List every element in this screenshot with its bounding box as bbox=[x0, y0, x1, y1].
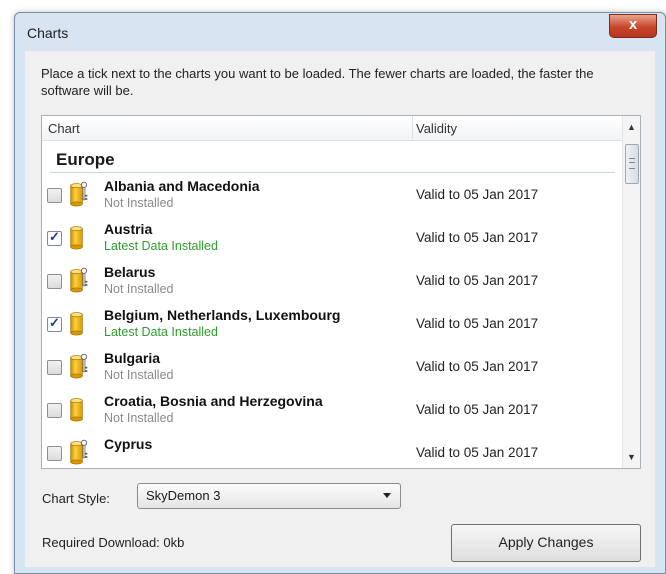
chart-name: Belarus bbox=[104, 264, 156, 280]
scroll-up-icon[interactable]: ▲ bbox=[623, 118, 640, 136]
chart-style-label: Chart Style: bbox=[42, 491, 110, 506]
chart-status: Not Installed bbox=[104, 368, 174, 382]
database-key-icon bbox=[70, 267, 88, 293]
chart-row[interactable]: Bulgaria Not Installed Valid to 05 Jan 201… bbox=[42, 346, 622, 389]
window-title: Charts bbox=[27, 25, 69, 41]
chart-validity: Valid to 05 Jan 2017 bbox=[416, 445, 539, 460]
column-header-chart[interactable]: Chart bbox=[48, 121, 80, 136]
close-button[interactable]: x bbox=[609, 14, 657, 38]
column-header-validity[interactable]: Validity bbox=[416, 121, 457, 136]
chart-validity: Valid to 05 Jan 2017 bbox=[416, 273, 539, 288]
chart-validity: Valid to 05 Jan 2017 bbox=[416, 187, 539, 202]
apply-changes-button[interactable]: Apply Changes bbox=[451, 524, 641, 562]
instructions-text: Place a tick next to the charts you want… bbox=[41, 66, 594, 98]
title-bar[interactable]: Charts x bbox=[15, 13, 665, 51]
database-icon bbox=[70, 226, 83, 250]
database-icon bbox=[70, 398, 83, 422]
chart-checkbox[interactable] bbox=[47, 403, 62, 418]
dropdown-arrow-icon bbox=[383, 493, 391, 498]
chart-validity: Valid to 05 Jan 2017 bbox=[416, 316, 539, 331]
vertical-scrollbar[interactable]: ▲ ▼ bbox=[622, 116, 640, 468]
database-key-icon bbox=[70, 181, 88, 207]
database-key-icon bbox=[70, 353, 88, 379]
chart-status: Latest Data Installed bbox=[104, 239, 218, 253]
database-icon bbox=[70, 312, 83, 336]
chart-checkbox[interactable] bbox=[47, 446, 62, 461]
scroll-down-icon[interactable]: ▼ bbox=[623, 448, 640, 466]
required-download-text: Required Download: 0kb bbox=[42, 535, 185, 550]
chart-name: Cyprus bbox=[104, 436, 153, 452]
chart-status: Not Installed bbox=[104, 282, 174, 296]
dialog-body: Place a tick next to the charts you want… bbox=[25, 51, 655, 567]
chart-row[interactable]: Austria Latest Data Installed Valid to 05 … bbox=[42, 217, 622, 260]
chart-status: Not Installed bbox=[104, 411, 174, 425]
scroll-thumb[interactable] bbox=[625, 144, 639, 184]
chart-checkbox[interactable] bbox=[47, 188, 62, 203]
group-divider bbox=[50, 172, 615, 173]
chart-row[interactable]: Croatia, Bosnia and Herzegovina Not Insta… bbox=[42, 389, 622, 432]
column-header: Chart Validity bbox=[42, 116, 622, 141]
database-key-icon bbox=[70, 439, 88, 465]
chart-status: Not Installed bbox=[104, 196, 174, 210]
chart-row[interactable]: Belarus Not Installed Valid to 05 Jan 2017 bbox=[42, 260, 622, 303]
close-icon: x bbox=[628, 16, 638, 33]
chart-validity: Valid to 05 Jan 2017 bbox=[416, 230, 539, 245]
chart-name: Albania and Macedonia bbox=[104, 178, 260, 194]
charts-list[interactable]: Chart Validity Europe Albania and Macedo… bbox=[41, 115, 641, 469]
chart-style-value: SkyDemon 3 bbox=[146, 488, 221, 503]
chart-validity: Valid to 05 Jan 2017 bbox=[416, 402, 539, 417]
chart-name: Bulgaria bbox=[104, 350, 161, 366]
chart-style-select[interactable]: SkyDemon 3 bbox=[137, 483, 401, 509]
group-header: Europe bbox=[56, 150, 115, 169]
chart-row[interactable]: Cyprus Valid to 05 Jan 2017 bbox=[42, 432, 622, 468]
chart-validity: Valid to 05 Jan 2017 bbox=[416, 359, 539, 374]
chart-checkbox[interactable] bbox=[47, 315, 62, 332]
chart-checkbox[interactable] bbox=[47, 360, 62, 375]
chart-status: Latest Data Installed bbox=[104, 325, 218, 339]
charts-dialog: Charts x Place a tick next to the charts… bbox=[14, 12, 666, 574]
chart-checkbox[interactable] bbox=[47, 274, 62, 289]
chart-row[interactable]: Albania and Macedonia Not Installed Valid … bbox=[42, 174, 622, 217]
chart-name: Austria bbox=[104, 221, 153, 237]
chart-name: Belgium, Netherlands, Luxembourg bbox=[104, 307, 341, 323]
chart-row[interactable]: Belgium, Netherlands, Luxembourg Latest D… bbox=[42, 303, 622, 346]
chart-name: Croatia, Bosnia and Herzegovina bbox=[104, 393, 323, 409]
chart-checkbox[interactable] bbox=[47, 229, 62, 246]
